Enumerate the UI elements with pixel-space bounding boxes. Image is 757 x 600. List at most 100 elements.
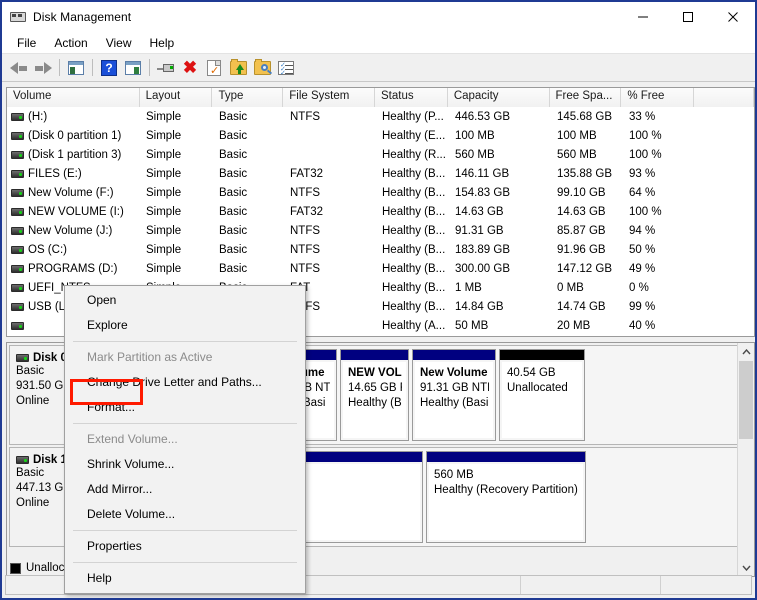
minimize-button[interactable] bbox=[620, 2, 665, 32]
maximize-button[interactable] bbox=[665, 2, 710, 32]
volume-cell-pct: 100 % bbox=[629, 148, 662, 161]
table-row[interactable]: (Disk 0 partition 1) Simple Basic Healthy (… bbox=[7, 126, 754, 145]
volume-cell-type: Basic bbox=[219, 148, 248, 161]
partition-details: 560 MB Healthy (Recovery Partition) bbox=[427, 462, 585, 542]
volume-cell-pct: 99 % bbox=[629, 300, 656, 313]
back-icon[interactable] bbox=[7, 56, 31, 80]
partition-color-bar bbox=[500, 350, 584, 360]
menu-item-open[interactable]: Open bbox=[65, 288, 305, 313]
export-list-icon[interactable] bbox=[226, 56, 250, 80]
volume-cell-capacity: 14.63 GB bbox=[455, 205, 504, 218]
context-menu[interactable]: Open Explore Mark Partition as Active Chang… bbox=[64, 285, 306, 594]
volume-cell-pct: 94 % bbox=[629, 224, 656, 237]
title-bar: Disk Management bbox=[2, 2, 755, 32]
partition-color-bar bbox=[413, 350, 495, 360]
menu-item-add-mirror[interactable]: Add Mirror... bbox=[65, 477, 305, 502]
menu-item-change-drive-letter-and-paths[interactable]: Change Drive Letter and Paths... bbox=[65, 370, 305, 395]
menu-bar: File Action View Help bbox=[2, 32, 755, 54]
partition-text: Healthy (B bbox=[348, 397, 402, 409]
table-row[interactable]: New Volume (J:) Simple Basic NTFS Healthy (B… bbox=[7, 221, 754, 240]
close-button[interactable] bbox=[710, 2, 755, 32]
volume-column-header[interactable]: Free Spa... bbox=[549, 88, 622, 107]
volume-cell-type: Basic bbox=[219, 262, 248, 275]
volume-column-header[interactable]: File System bbox=[283, 88, 375, 107]
volume-cell-layout: Simple bbox=[146, 167, 182, 180]
table-row[interactable]: (H:) Simple Basic NTFS Healthy (P... 446.53 G… bbox=[7, 107, 754, 126]
help-icon[interactable]: ? bbox=[97, 56, 121, 80]
graphical-view-scrollbar[interactable] bbox=[737, 343, 754, 576]
drive-icon bbox=[11, 169, 24, 178]
delete-icon[interactable]: ✖ bbox=[178, 56, 202, 80]
volume-cell-capacity: 91.31 GB bbox=[455, 224, 504, 237]
drive-icon bbox=[16, 456, 29, 464]
menu-item-properties[interactable]: Properties bbox=[65, 534, 305, 559]
volume-column-header[interactable]: Type bbox=[212, 88, 284, 107]
menu-action[interactable]: Action bbox=[45, 34, 96, 52]
menu-help[interactable]: Help bbox=[141, 34, 184, 52]
menu-file[interactable]: File bbox=[8, 34, 45, 52]
rescan-disks-icon[interactable] bbox=[154, 56, 178, 80]
volume-column-header[interactable]: % Free bbox=[621, 88, 695, 107]
volume-column-header[interactable] bbox=[694, 88, 754, 107]
partition-block[interactable]: New Volume 91.31 GB NTF Healthy (Basi bbox=[412, 349, 496, 441]
volume-cell-pct: 49 % bbox=[629, 262, 656, 275]
partition-text: 40.54 GB bbox=[507, 367, 556, 379]
table-row[interactable]: NEW VOLUME (I:) Simple Basic FAT32 Healthy (… bbox=[7, 202, 754, 221]
volume-cell-capacity: 446.53 GB bbox=[455, 110, 510, 123]
disk-management-window: Disk Management File Action View Help ? … bbox=[0, 0, 757, 600]
search-folder-icon[interactable] bbox=[250, 56, 274, 80]
options-list-icon[interactable]: ✓ ✓ ✓ bbox=[274, 56, 298, 80]
table-row[interactable]: PROGRAMS (D:) Simple Basic NTFS Healthy (B..… bbox=[7, 259, 754, 278]
table-row[interactable]: FILES (E:) Simple Basic FAT32 Healthy (B... 1… bbox=[7, 164, 754, 183]
volume-cell-layout: Simple bbox=[146, 110, 182, 123]
menu-item-delete-volume[interactable]: Delete Volume... bbox=[65, 502, 305, 527]
properties-check-icon[interactable]: ✓ bbox=[202, 56, 226, 80]
drive-icon bbox=[11, 207, 24, 216]
volume-column-header[interactable]: Layout bbox=[139, 88, 213, 107]
partition-color-bar bbox=[341, 350, 408, 360]
drive-icon bbox=[11, 226, 24, 235]
partition-block[interactable]: NEW VOL 14.65 GB F Healthy (B bbox=[340, 349, 409, 441]
show-hide-console-tree-icon[interactable] bbox=[64, 56, 88, 80]
table-row[interactable]: (Disk 1 partition 3) Simple Basic Healthy (… bbox=[7, 145, 754, 164]
volume-cell-fs: NTFS bbox=[290, 110, 321, 123]
disk-management-icon bbox=[10, 9, 26, 25]
volume-cell-layout: Simple bbox=[146, 224, 182, 237]
volume-cell-layout: Simple bbox=[146, 205, 182, 218]
volume-cell-capacity: 300.00 GB bbox=[455, 262, 510, 275]
scroll-up-button[interactable] bbox=[738, 343, 754, 360]
volume-column-header[interactable]: Volume bbox=[7, 88, 140, 107]
volume-cell-layout: Simple bbox=[146, 186, 182, 199]
drive-icon bbox=[11, 264, 24, 273]
volume-cell-type: Basic bbox=[219, 243, 248, 256]
volume-cell-fs: FAT32 bbox=[290, 167, 324, 180]
table-row[interactable]: OS (C:) Simple Basic NTFS Healthy (B... 183.8… bbox=[7, 240, 754, 259]
status-cell-3 bbox=[661, 576, 751, 594]
volume-cell-fs: NTFS bbox=[290, 262, 321, 275]
forward-icon[interactable] bbox=[31, 56, 55, 80]
volume-cell-volume: (H:) bbox=[7, 111, 140, 123]
volume-cell-free: 85.87 GB bbox=[557, 224, 606, 237]
volume-cell-layout: Simple bbox=[146, 148, 182, 161]
volume-cell-type: Basic bbox=[219, 224, 248, 237]
menu-view[interactable]: View bbox=[97, 34, 141, 52]
menu-item-format[interactable]: Format... bbox=[65, 395, 305, 420]
partition-block[interactable]: 40.54 GB Unallocated bbox=[499, 349, 585, 441]
show-hide-action-pane-icon[interactable] bbox=[121, 56, 145, 80]
menu-item-shrink-volume[interactable]: Shrink Volume... bbox=[65, 452, 305, 477]
drive-icon bbox=[11, 112, 24, 121]
drive-icon bbox=[11, 131, 24, 140]
partition-block[interactable]: 560 MB Healthy (Recovery Partition) bbox=[426, 451, 586, 543]
drive-icon bbox=[11, 321, 24, 330]
volume-column-header[interactable]: Capacity bbox=[447, 88, 550, 107]
volume-column-header[interactable]: Status bbox=[375, 88, 448, 107]
table-row[interactable]: New Volume (F:) Simple Basic NTFS Healthy (B… bbox=[7, 183, 754, 202]
scrollbar-thumb[interactable] bbox=[739, 361, 753, 439]
menu-item-help[interactable]: Help bbox=[65, 566, 305, 591]
menu-item-explore[interactable]: Explore bbox=[65, 313, 305, 338]
volume-cell-type: Basic bbox=[219, 205, 248, 218]
volume-cell-free: 99.10 GB bbox=[557, 186, 606, 199]
scroll-down-button[interactable] bbox=[738, 559, 754, 576]
toolbar: ? ✖ ✓ ✓ ✓ ✓ bbox=[2, 54, 755, 82]
menu-separator bbox=[73, 562, 297, 563]
